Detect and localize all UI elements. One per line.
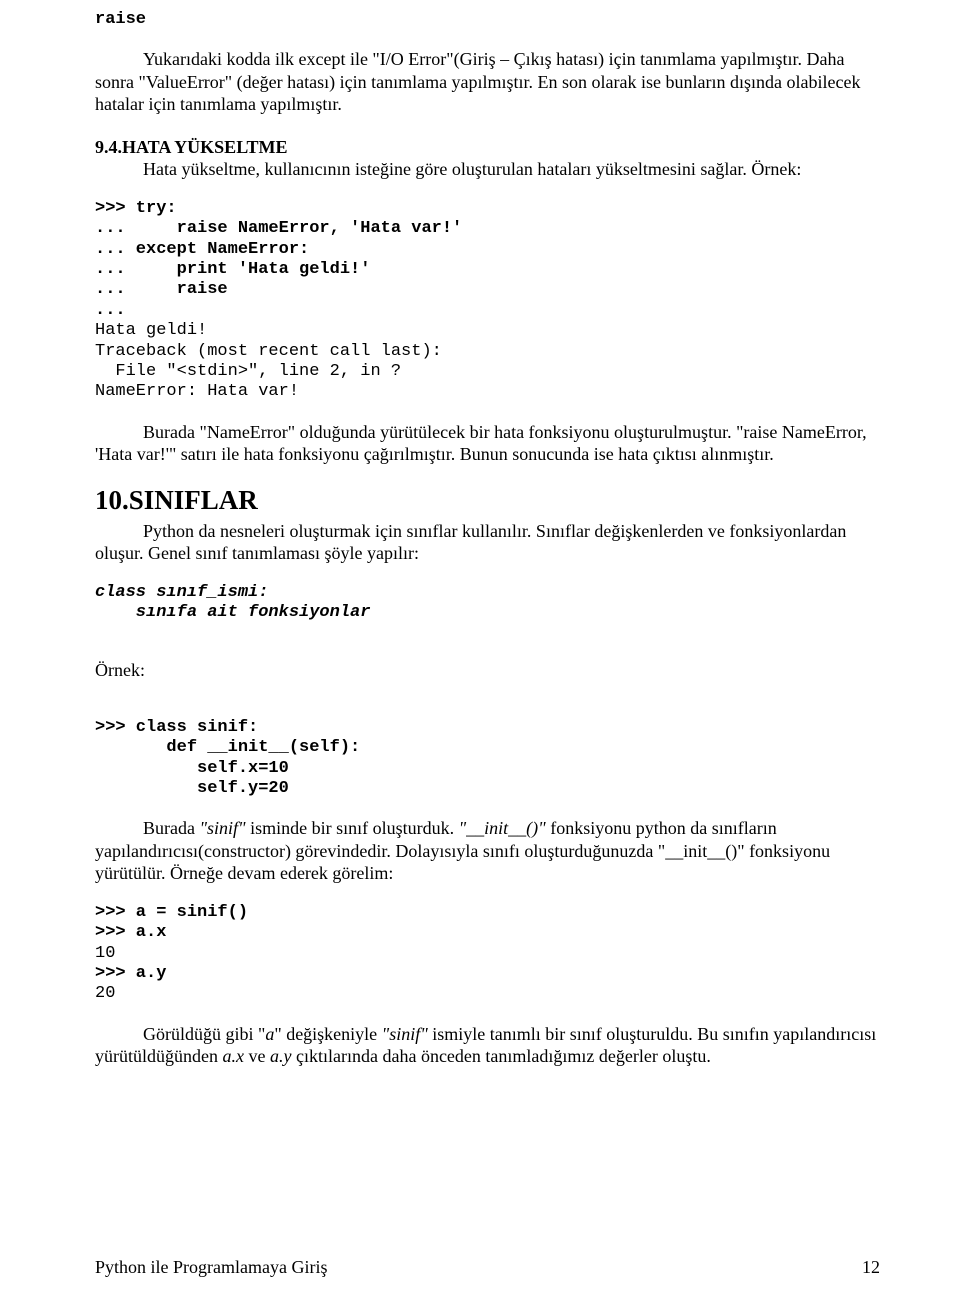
text: ve xyxy=(244,1046,270,1066)
text: Burada xyxy=(143,818,199,838)
code-output-94b: Hata geldi! Traceback (most recent call … xyxy=(95,321,880,403)
text: " değişkeniyle xyxy=(274,1024,381,1044)
paragraph-p94: Hata yükseltme, kullanıcının isteğine gö… xyxy=(95,158,880,181)
code-output-20: 20 xyxy=(95,984,880,1004)
paragraph-p10a: Python da nesneleri oluşturmak için sını… xyxy=(95,520,880,565)
text: çıktılarında daha önceden tanımladığımız… xyxy=(292,1046,711,1066)
code-block-class-def: class sınıf_ismi: sınıfa ait fonksiyonla… xyxy=(95,583,880,624)
text-italic: a.x xyxy=(223,1046,245,1066)
paragraph-p1: Yukarıdaki kodda ilk except ile "I/O Err… xyxy=(95,48,880,116)
code-output-10: 10 xyxy=(95,944,880,964)
code-block-94a: >>> try: ... raise NameError, 'Hata var!… xyxy=(95,199,880,321)
code-block-instance-a: >>> a = sinif() >>> a.x xyxy=(95,903,880,944)
page-number: 12 xyxy=(862,1256,880,1279)
chapter-10-title: 10.SINIFLAR xyxy=(95,484,880,518)
paragraph-p10c: Görüldüğü gibi "a" değişkeniyle "sinif" … xyxy=(95,1023,880,1068)
text: Görüldüğü gibi " xyxy=(143,1024,265,1044)
text-italic: a.y xyxy=(270,1046,292,1066)
label-ornek: Örnek: xyxy=(95,659,880,682)
paragraph-p94b: Burada "NameError" olduğunda yürütülecek… xyxy=(95,421,880,466)
text-italic: "sinif" xyxy=(199,818,245,838)
section-9-4-title: 9.4.HATA YÜKSELTME xyxy=(95,136,880,159)
text-italic: a xyxy=(265,1024,274,1044)
text-italic: "__init__()" xyxy=(459,818,546,838)
text: isminde bir sınıf oluşturduk. xyxy=(246,818,459,838)
footer-title: Python ile Programlamaya Giriş xyxy=(95,1257,327,1277)
document-page: raise Yukarıdaki kodda ilk except ile "I… xyxy=(0,0,960,1300)
code-block-sinif: >>> class sinif: def __init__(self): sel… xyxy=(95,718,880,800)
code-raise: raise xyxy=(95,10,880,30)
paragraph-p10b: Burada "sinif" isminde bir sınıf oluştur… xyxy=(95,817,880,885)
text-italic: "sinif" xyxy=(382,1024,428,1044)
page-footer: Python ile Programlamaya Giriş 12 xyxy=(95,1256,880,1279)
code-block-instance-b: >>> a.y xyxy=(95,964,880,984)
